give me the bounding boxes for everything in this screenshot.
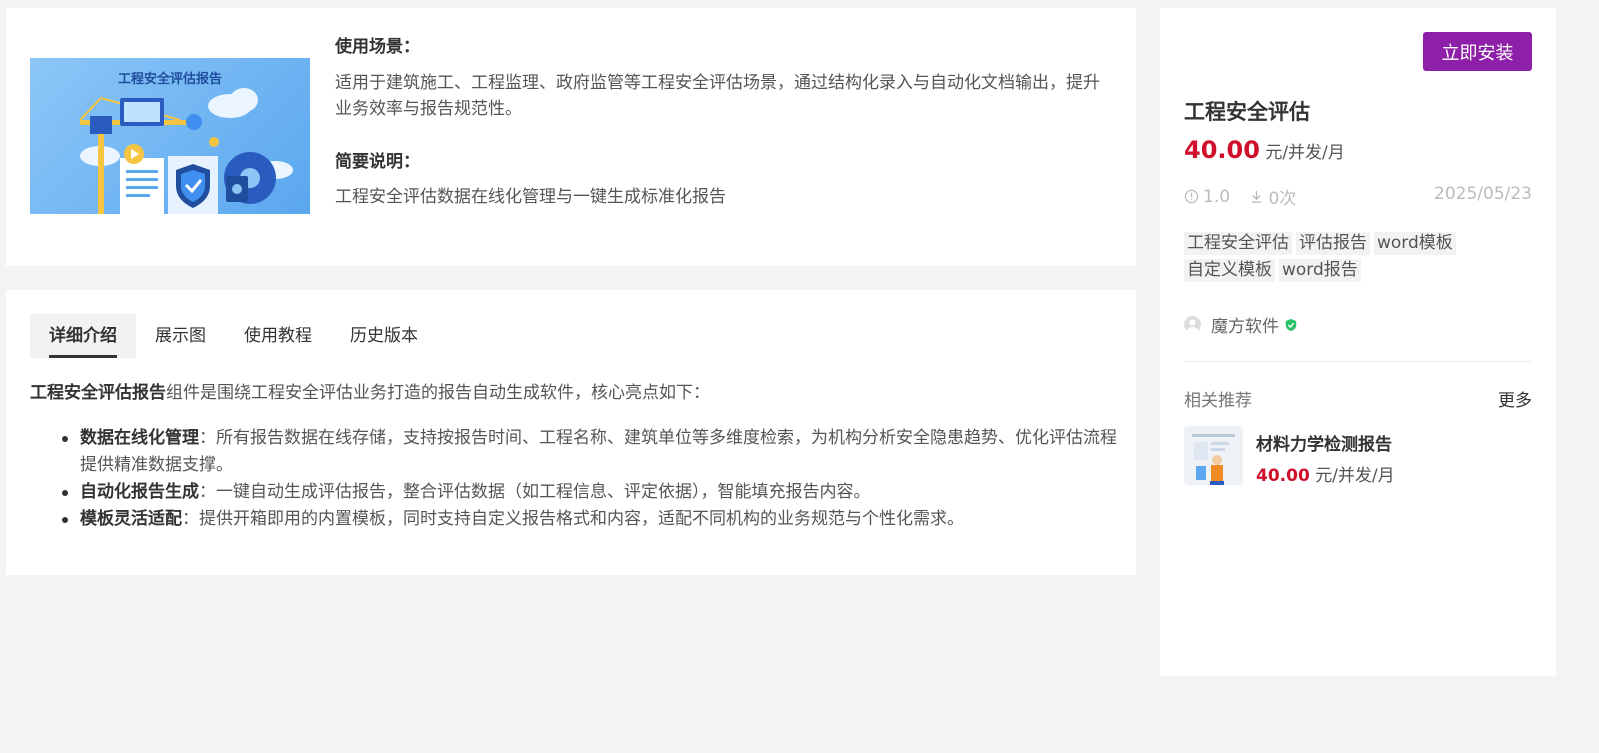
avatar: [1184, 316, 1201, 333]
feature-text: ：一键自动生成评估报告，整合评估数据（如工程信息、评定依据），智能填充报告内容。: [199, 482, 871, 502]
vendor-info[interactable]: 魔方软件: [1184, 312, 1298, 337]
intro-description: 组件是围绕工程安全评估业务打造的报告自动生成软件，核心亮点如下：: [166, 383, 710, 403]
product-meta: 1.0 0次 2025/05/23: [1184, 184, 1532, 209]
version-info: 1.0: [1184, 187, 1230, 207]
detail-intro: 工程安全评估报告组件是围绕工程安全评估业务打造的报告自动生成软件，核心亮点如下：: [30, 380, 1120, 407]
more-link[interactable]: 更多: [1498, 386, 1532, 411]
feature-text: ：所有报告数据在线存储，支持按报告时间、工程名称、建筑单位等多维度检索，为机构分…: [80, 428, 1117, 475]
product-price: 40.00 元/并发/月: [1184, 136, 1345, 164]
thumbnail-illustration: [1184, 426, 1243, 485]
usage-scenario-label: 使用场景：: [335, 37, 420, 57]
tag[interactable]: word报告: [1279, 259, 1361, 282]
tag[interactable]: 评估报告: [1296, 232, 1370, 255]
tag-list: 工程安全评估 评估报告 word模板 自定义模板 word报告: [1184, 232, 1514, 282]
user-icon: [1187, 319, 1198, 333]
detail-tabs: 详细介绍 展示图 使用教程 历史版本: [30, 314, 437, 358]
price-value: 40.00: [1256, 466, 1310, 486]
verified-icon: [1285, 318, 1297, 331]
purchase-sidebar: 立即安装 工程安全评估 40.00 元/并发/月 1.0 0次 2025/05/…: [1160, 8, 1556, 676]
usage-scenario-text: 适用于建筑施工、工程监理、政府监管等工程安全评估场景，通过结构化录入与自动化文档…: [335, 73, 1100, 119]
tag[interactable]: 自定义模板: [1184, 259, 1275, 282]
list-item: 数据在线化管理：所有报告数据在线存储，支持按报告时间、工程名称、建筑单位等多维度…: [62, 425, 1122, 479]
product-summary-card: 工程安全评估报告 使用场景： 适用于建筑施工、工程监理、政府监管等工程安全评估场…: [6, 8, 1136, 266]
list-item: 自动化报告生成：一键自动生成评估报告，整合评估数据（如工程信息、评定依据），智能…: [62, 479, 1122, 506]
feature-title: 模板灵活适配: [80, 509, 182, 529]
install-now-button[interactable]: 立即安装: [1423, 32, 1532, 71]
brief-description-label: 简要说明：: [335, 152, 420, 172]
recommended-product-thumbnail: [1184, 426, 1243, 485]
tab-screenshots[interactable]: 展示图: [136, 314, 225, 358]
list-item: 模板灵活适配：提供开箱即用的内置模板，同时支持自定义报告格式和内容，适配不同机构…: [62, 506, 1122, 533]
version-value: 1.0: [1203, 186, 1231, 207]
release-date: 2025/05/23: [1434, 184, 1532, 204]
recommended-product-name: 材料力学检测报告: [1256, 435, 1392, 455]
tab-tutorial[interactable]: 使用教程: [225, 314, 331, 358]
product-banner-image: 工程安全评估报告: [30, 58, 310, 214]
product-detail-card: 详细介绍 展示图 使用教程 历史版本 工程安全评估报告组件是围绕工程安全评估业务…: [6, 290, 1136, 575]
price-unit: 元/并发/月: [1265, 143, 1345, 163]
tab-version-history[interactable]: 历史版本: [331, 314, 437, 358]
intro-product-name: 工程安全评估报告: [30, 383, 166, 403]
download-count: 0次: [1249, 184, 1296, 209]
recommended-product[interactable]: 材料力学检测报告 40.00 元/并发/月: [1184, 426, 1532, 486]
download-value: 0次: [1268, 189, 1297, 209]
feature-title: 自动化报告生成: [80, 482, 199, 502]
product-title: 工程安全评估: [1184, 100, 1310, 124]
banner-title: 工程安全评估报告: [117, 72, 222, 87]
download-icon: [1252, 190, 1262, 203]
tab-detailed-intro[interactable]: 详细介绍: [30, 314, 136, 358]
feature-list: 数据在线化管理：所有报告数据在线存储，支持按报告时间、工程名称、建筑单位等多维度…: [62, 425, 1122, 533]
related-recommendations-title: 相关推荐: [1184, 391, 1252, 411]
tag[interactable]: word模板: [1374, 232, 1456, 255]
price-value: 40.00: [1184, 136, 1260, 164]
vendor-name: 魔方软件: [1211, 317, 1279, 337]
feature-text: ：提供开箱即用的内置模板，同时支持自定义报告格式和内容，适配不同机构的业务规范与…: [182, 509, 964, 529]
feature-title: 数据在线化管理: [80, 428, 199, 448]
info-icon: [1184, 189, 1199, 204]
tag[interactable]: 工程安全评估: [1184, 232, 1292, 255]
divider: [1184, 361, 1532, 362]
brief-description-text: 工程安全评估数据在线化管理与一键生成标准化报告: [335, 187, 726, 207]
price-unit: 元/并发/月: [1315, 466, 1395, 486]
recommended-product-price: 40.00 元/并发/月: [1256, 461, 1395, 486]
